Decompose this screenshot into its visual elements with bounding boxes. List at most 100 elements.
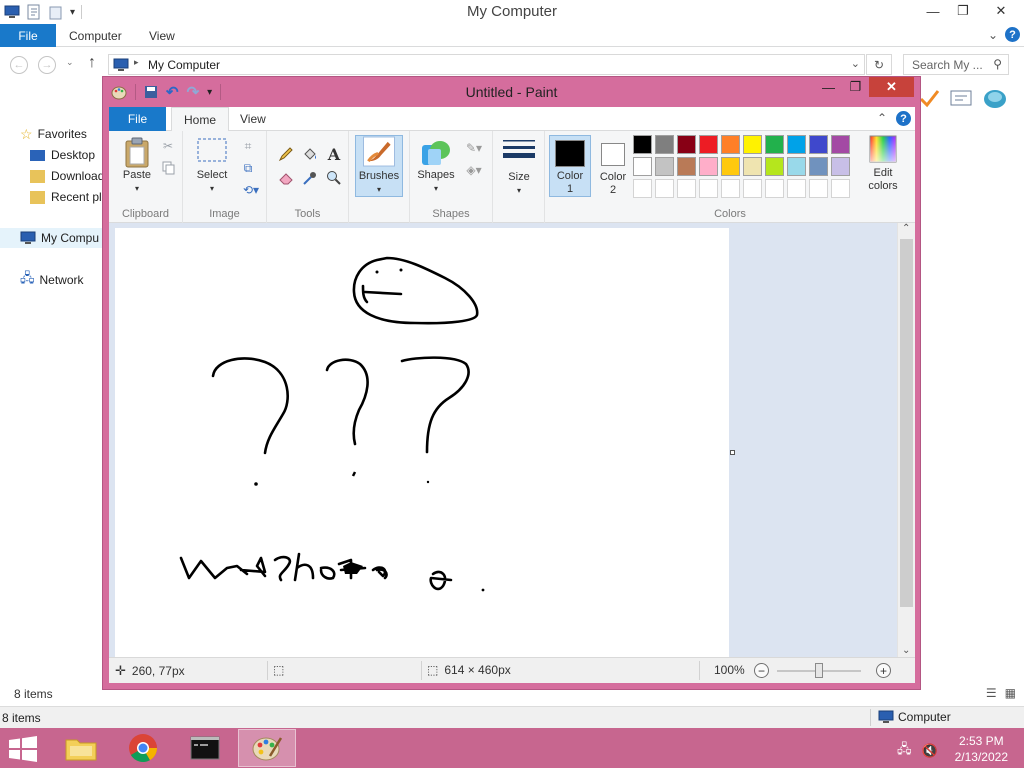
sidebar-item-my-computer[interactable]: My Compu <box>0 228 110 248</box>
custom-color-slot[interactable] <box>743 179 762 198</box>
palette-color-swatch[interactable] <box>809 135 828 154</box>
cut-icon[interactable]: ✂ <box>159 137 177 155</box>
zoom-out-button[interactable]: − <box>754 663 769 678</box>
scrollbar-thumb[interactable] <box>900 239 913 607</box>
paste-dropdown-icon[interactable]: ▾ <box>135 182 139 195</box>
taskbar-file-explorer[interactable] <box>52 729 110 767</box>
zoom-slider-thumb[interactable] <box>815 663 823 678</box>
explorer-tab-file[interactable]: File <box>0 24 56 47</box>
explorer-minimize-button[interactable]: — <box>918 0 948 22</box>
explorer-tab-computer[interactable]: Computer <box>69 29 122 43</box>
explorer-ribbon-expand-icon[interactable]: ⌄ <box>988 28 998 42</box>
taskbar-chrome[interactable] <box>114 729 172 767</box>
palette-color-swatch[interactable] <box>633 157 652 176</box>
eraser-icon[interactable] <box>277 169 295 187</box>
taskbar-command-prompt[interactable] <box>176 729 234 767</box>
palette-color-swatch[interactable] <box>831 157 850 176</box>
palette-color-swatch[interactable] <box>655 135 674 154</box>
paste-button[interactable]: Paste ▾ <box>117 137 157 195</box>
sidebar-item-favorites[interactable]: ☆ Favorites <box>20 124 87 144</box>
color2-button[interactable]: Color 2 <box>593 135 633 197</box>
sidebar-item-recent-places[interactable]: Recent pla <box>30 187 108 207</box>
address-dropdown-icon[interactable]: ⌄ <box>851 57 860 70</box>
edit-colors-button[interactable]: Edit colors <box>863 135 903 193</box>
paint-help-icon[interactable]: ? <box>896 111 911 126</box>
explorer-maximize-button[interactable]: ❐ <box>948 0 978 22</box>
paint-tab-file[interactable]: File <box>109 107 166 131</box>
color1-button[interactable]: Color 1 <box>549 135 591 197</box>
text-tool-icon[interactable]: A <box>325 145 343 164</box>
system-icon[interactable] <box>982 86 1008 110</box>
refresh-button[interactable]: ↻ <box>866 54 892 75</box>
custom-color-slot[interactable] <box>721 179 740 198</box>
custom-color-slot[interactable] <box>699 179 718 198</box>
paint-tab-view[interactable]: View <box>228 107 278 131</box>
crop-icon[interactable]: ⌗ <box>239 137 257 155</box>
start-button[interactable] <box>8 736 38 765</box>
fill-icon[interactable] <box>301 145 319 163</box>
brushes-button[interactable]: Brushes ▾ <box>355 135 403 197</box>
palette-color-swatch[interactable] <box>699 157 718 176</box>
zoom-in-button[interactable]: + <box>876 663 891 678</box>
sidebar-item-network[interactable]: 🖧 Network <box>20 270 84 290</box>
volume-muted-icon[interactable]: 🔇 <box>922 743 938 759</box>
custom-color-slot[interactable] <box>765 179 784 198</box>
custom-color-slot[interactable] <box>831 179 850 198</box>
size-button[interactable]: Size ▾ <box>499 139 539 197</box>
paint-ribbon-collapse-icon[interactable]: ⌃ <box>877 111 887 125</box>
palette-color-swatch[interactable] <box>721 157 740 176</box>
palette-color-swatch[interactable] <box>765 135 784 154</box>
paint-minimize-button[interactable]: — <box>815 77 842 97</box>
shapes-dropdown-icon[interactable]: ▾ <box>434 182 438 195</box>
outline-icon[interactable]: ✎▾ <box>462 139 486 157</box>
color-picker-icon[interactable] <box>301 169 319 187</box>
paint-tab-home[interactable]: Home <box>171 107 230 132</box>
taskbar-paint[interactable] <box>238 729 296 767</box>
palette-color-swatch[interactable] <box>655 157 674 176</box>
select-dropdown-icon[interactable]: ▾ <box>210 182 214 195</box>
palette-color-swatch[interactable] <box>721 135 740 154</box>
canvas-resize-handle-right[interactable] <box>730 450 735 455</box>
back-button[interactable]: ← <box>10 56 28 74</box>
custom-color-slot[interactable] <box>809 179 828 198</box>
checkmark-icon[interactable] <box>918 88 940 108</box>
recent-locations-icon[interactable]: ⌄ <box>66 57 74 68</box>
drawing-canvas[interactable] <box>115 228 729 657</box>
palette-color-swatch[interactable] <box>699 135 718 154</box>
custom-color-slot[interactable] <box>677 179 696 198</box>
paint-close-button[interactable]: ✕ <box>869 77 914 97</box>
palette-color-swatch[interactable] <box>677 135 696 154</box>
explorer-close-button[interactable]: ✕ <box>978 0 1024 22</box>
palette-color-swatch[interactable] <box>743 157 762 176</box>
copy-icon[interactable] <box>159 159 177 177</box>
network-status-icon[interactable]: 🖧 <box>897 740 912 762</box>
details-view-icon[interactable]: ☰ <box>986 686 997 700</box>
manage-icon[interactable] <box>950 89 972 107</box>
palette-color-swatch[interactable] <box>787 157 806 176</box>
palette-color-swatch[interactable] <box>765 157 784 176</box>
pencil-icon[interactable] <box>277 145 295 163</box>
explorer-help-icon[interactable]: ? <box>1005 27 1020 42</box>
size-dropdown-icon[interactable]: ▾ <box>517 184 521 197</box>
palette-color-swatch[interactable] <box>633 135 652 154</box>
scroll-up-icon[interactable]: ⌃ <box>902 223 910 234</box>
large-icons-view-icon[interactable]: ▦ <box>1005 686 1016 700</box>
shape-fill-icon[interactable]: ◈▾ <box>462 161 486 179</box>
select-button[interactable]: Select ▾ <box>189 137 235 195</box>
sidebar-item-desktop[interactable]: Desktop <box>30 145 95 165</box>
custom-color-slot[interactable] <box>633 179 652 198</box>
magnifier-icon[interactable] <box>325 169 343 187</box>
search-input[interactable]: Search My ... ⚲ <box>903 54 1009 75</box>
clock[interactable]: 2:53 PM 2/13/2022 <box>955 733 1008 765</box>
brushes-dropdown-icon[interactable]: ▾ <box>377 183 381 196</box>
palette-color-swatch[interactable] <box>787 135 806 154</box>
breadcrumb-arrow-icon[interactable]: ▸ <box>134 57 139 68</box>
explorer-tab-view[interactable]: View <box>149 29 175 43</box>
shapes-button[interactable]: Shapes ▾ <box>414 137 458 195</box>
paint-titlebar[interactable]: ↶ ↷ ▾ Untitled - Paint — ❐ ✕ <box>103 77 920 107</box>
address-bar[interactable]: ▸ My Computer ⌄ <box>108 54 865 75</box>
palette-color-swatch[interactable] <box>677 157 696 176</box>
rotate-icon[interactable]: ⟲▾ <box>239 181 263 199</box>
canvas-vertical-scrollbar[interactable]: ⌃ ⌄ <box>897 223 915 657</box>
palette-color-swatch[interactable] <box>809 157 828 176</box>
